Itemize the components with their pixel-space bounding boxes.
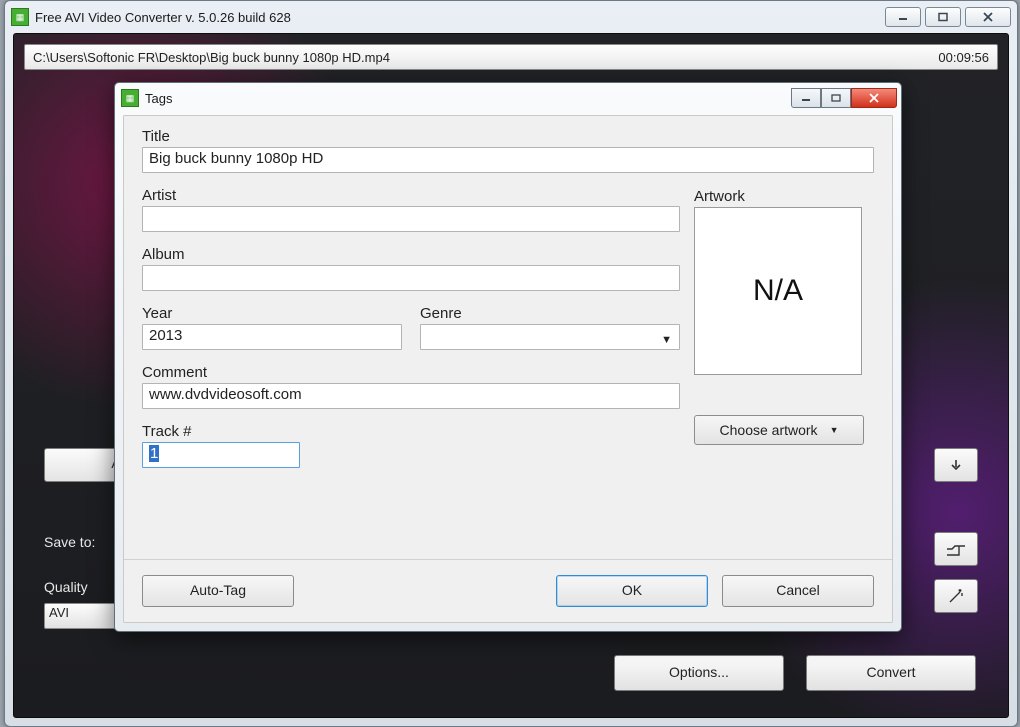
choose-artwork-button[interactable]: Choose artwork ▼ [694, 415, 864, 445]
comment-value: www.dvdvideosoft.com [149, 386, 302, 403]
duration-text: 00:09:56 [938, 50, 989, 65]
save-to-label: Save to: [44, 534, 95, 550]
main-titlebar[interactable]: ▦ Free AVI Video Converter v. 5.0.26 bui… [5, 1, 1017, 31]
auto-tag-button[interactable]: Auto-Tag [142, 575, 294, 607]
artwork-label: Artwork [694, 188, 874, 205]
folder-open-icon [946, 542, 966, 556]
chevron-down-icon: ▼ [830, 425, 839, 435]
title-input[interactable]: Big buck bunny 1080p HD [142, 147, 874, 173]
move-down-button[interactable] [934, 448, 978, 482]
filepath-text: C:\Users\Softonic FR\Desktop\Big buck bu… [33, 50, 938, 65]
artwork-placeholder: N/A [753, 274, 803, 308]
filepath-bar[interactable]: C:\Users\Softonic FR\Desktop\Big buck bu… [24, 44, 998, 70]
comment-input[interactable]: www.dvdvideosoft.com [142, 383, 680, 409]
artist-input[interactable] [142, 206, 680, 232]
close-icon [867, 93, 881, 103]
close-icon [981, 12, 995, 22]
app-title: Free AVI Video Converter v. 5.0.26 build… [35, 10, 885, 25]
tags-dialog-titlebar[interactable]: ▦ Tags [115, 83, 901, 111]
year-label: Year [142, 305, 402, 322]
options-button-label: Options... [669, 664, 729, 680]
title-value: Big buck bunny 1080p HD [149, 150, 323, 167]
artwork-preview: N/A [694, 207, 862, 375]
maximize-icon [831, 94, 841, 102]
tags-dialog-footer: Auto-Tag OK Cancel [124, 559, 892, 622]
comment-label: Comment [142, 364, 680, 381]
ok-button[interactable]: OK [556, 575, 708, 607]
convert-button-label: Convert [866, 664, 915, 680]
ok-label: OK [622, 582, 642, 598]
year-value: 2013 [149, 327, 182, 344]
dialog-minimize-button[interactable] [791, 88, 821, 108]
close-button[interactable] [965, 7, 1011, 27]
year-input[interactable]: 2013 [142, 324, 402, 350]
dialog-maximize-button[interactable] [821, 88, 851, 108]
title-label: Title [142, 128, 680, 145]
options-button[interactable]: Options... [614, 655, 784, 691]
choose-artwork-label: Choose artwork [720, 422, 818, 438]
minimize-icon [897, 12, 909, 22]
maximize-button[interactable] [925, 7, 961, 27]
track-label: Track # [142, 423, 300, 440]
tags-dialog-title: Tags [145, 91, 791, 106]
convert-button[interactable]: Convert [806, 655, 976, 691]
tags-dialog-icon: ▦ [121, 89, 139, 107]
album-label: Album [142, 246, 680, 263]
settings-wand-button[interactable] [934, 579, 978, 613]
minimize-icon [801, 94, 811, 102]
tags-dialog: ▦ Tags Title Big buck bunny 1080p HD [114, 82, 902, 632]
cancel-button[interactable]: Cancel [722, 575, 874, 607]
genre-combobox[interactable] [420, 324, 680, 350]
quality-label: Quality [44, 579, 88, 595]
quality-value: AVI [49, 605, 69, 620]
artist-label: Artist [142, 187, 680, 204]
dialog-close-button[interactable] [851, 88, 897, 108]
browse-folder-button[interactable] [934, 532, 978, 566]
auto-tag-label: Auto-Tag [190, 582, 246, 598]
album-input[interactable] [142, 265, 680, 291]
track-input[interactable]: 1 [142, 442, 300, 468]
minimize-button[interactable] [885, 7, 921, 27]
track-value: 1 [149, 445, 159, 462]
app-icon: ▦ [11, 8, 29, 26]
genre-label: Genre [420, 305, 680, 322]
maximize-icon [937, 12, 949, 22]
arrow-down-icon [948, 457, 964, 473]
wand-icon [947, 587, 965, 605]
cancel-label: Cancel [776, 582, 820, 598]
tags-dialog-body: Title Big buck bunny 1080p HD Artist Alb… [123, 115, 893, 623]
